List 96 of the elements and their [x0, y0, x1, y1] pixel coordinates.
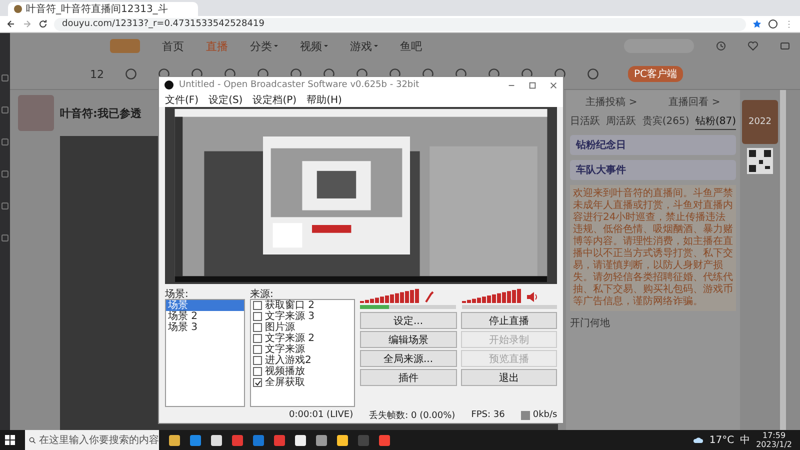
obs-button[interactable]: 退出 [460, 369, 557, 386]
obs-button[interactable]: 编辑场景 [360, 331, 456, 348]
source-label[interactable]: 图片源 [265, 322, 295, 333]
scene-item[interactable]: 场景 [166, 300, 244, 311]
ime-indicator[interactable]: 中 [740, 433, 750, 447]
ad-card[interactable]: 2022 [742, 100, 778, 144]
checkbox[interactable] [253, 367, 262, 376]
volume-meter-bars [462, 287, 522, 303]
obs-button[interactable]: 停止直播 [460, 312, 557, 329]
square-icon [0, 169, 10, 179]
cloud-icon [693, 435, 704, 445]
panel-link[interactable]: 直播回看 > [668, 95, 720, 109]
menu-item[interactable]: 设定(S) [208, 93, 243, 107]
search-icon [29, 436, 36, 444]
close-icon [549, 80, 558, 90]
square-icon [0, 105, 10, 115]
taskbar-app-icon[interactable] [337, 434, 348, 446]
nav-link[interactable]: 游戏 [350, 38, 378, 54]
source-label[interactable]: 文字来源 3 [265, 311, 315, 322]
checkbox[interactable] [253, 378, 262, 387]
caret-icon [374, 44, 378, 48]
taskbar-app-icon[interactable] [316, 434, 327, 446]
maximize-icon [528, 80, 537, 90]
stream-title: 叶音符:我已参透 [60, 106, 142, 120]
obs-logo-icon [164, 80, 174, 90]
panel-link[interactable]: 主播投稿 > [586, 95, 638, 109]
source-label[interactable]: 获取窗口 2 [265, 300, 315, 311]
taskbar-app-icon[interactable] [169, 434, 180, 446]
notice-text: 欢迎来到叶音符的直播间。斗鱼严禁未成年人直播或打赏，斗鱼对直播内容进行24小时巡查，禁止传播违法违规、低俗色情、吸烟酗酒、暴力赌博等内容。请理性消费，如主播在直播中以不正当方式诱导打赏、私下交易，请谨慎判断，以防人身财产损失。请勿轻信各类招聘征婚、代练代抽、私下交易、购买礼包码、游戏币等广告信息，谨防网络诈骗。 [570, 185, 736, 311]
circle-icon [587, 68, 599, 80]
source-label[interactable]: 进入游戏2 [265, 355, 312, 366]
sources-label: 来源: [250, 288, 274, 299]
checkbox[interactable] [253, 334, 262, 343]
rank-tab[interactable]: 贵宾(265) [642, 114, 690, 130]
obs-button[interactable]: 插件 [360, 369, 456, 386]
weather-text[interactable]: 17°C [709, 434, 734, 446]
taskbar-clock[interactable]: 17:59 2023/1/2 [756, 431, 792, 449]
photo-placeholder [18, 95, 54, 131]
checkbox[interactable] [253, 345, 262, 354]
circle-icon [125, 68, 137, 80]
rank-tab[interactable]: 周活跃 [606, 114, 636, 130]
profile-icon [768, 19, 778, 29]
rank-tab[interactable]: 日活跃 [570, 114, 600, 130]
caret-icon [324, 44, 328, 48]
event-card[interactable]: 钻粉纪念日 [570, 135, 736, 155]
fps-reading: FPS: 36 [471, 410, 505, 420]
caret-icon [274, 44, 278, 48]
status-square [520, 410, 530, 420]
source-label[interactable]: 文字来源 2 [265, 333, 315, 344]
browser-tab[interactable]: 叶音符_叶音符直播间12313_斗 [8, 2, 198, 16]
bitrate-reading: 0kb/s [532, 410, 558, 420]
nav-link[interactable]: 首页 [162, 38, 184, 54]
chat-icon [780, 41, 790, 51]
window-title: Untitled - Open Broadcaster Software v0.625b - 32bit [179, 80, 420, 90]
checkbox[interactable] [253, 356, 262, 365]
heart-icon [748, 41, 758, 51]
nav-link[interactable]: 分类 [250, 38, 278, 54]
source-label[interactable]: 视频播放 [265, 366, 305, 377]
scene-item[interactable]: 场景 2 [166, 311, 244, 322]
source-label[interactable]: 全屏获取 [265, 377, 305, 388]
square-icon [0, 233, 10, 243]
obs-button[interactable]: 全局来源... [360, 350, 456, 367]
nav-link[interactable]: 视频 [300, 38, 328, 54]
windows-start-icon[interactable] [5, 435, 15, 445]
volume-meter-bars [360, 287, 420, 303]
obs-button[interactable]: 设定... [360, 312, 456, 329]
checkbox[interactable] [253, 312, 262, 321]
scene-item[interactable]: 场景 3 [166, 322, 244, 333]
dropped-frames: 丢失帧数: 0 (0.00%) [369, 408, 456, 422]
taskbar-app-icon[interactable] [295, 434, 306, 446]
clock-icon [716, 41, 726, 51]
menu-item[interactable]: 帮助(H) [306, 93, 342, 107]
menu-item[interactable]: 设定档(P) [252, 93, 297, 107]
speaker-icon[interactable] [526, 291, 538, 303]
back-icon [6, 19, 16, 29]
square-icon [0, 201, 10, 211]
star-icon [752, 19, 762, 29]
rank-tab[interactable]: 钻粉(87) [695, 114, 736, 130]
menu-item[interactable]: 文件(F) [165, 93, 199, 107]
reload-icon [38, 19, 48, 29]
square-icon [0, 137, 10, 147]
points-count: 12 [90, 68, 104, 80]
stream-time: 0:00:01 (LIVE) [289, 410, 354, 420]
taskbar-app-icon[interactable] [211, 434, 222, 446]
chat-message: 开门何地 [570, 316, 611, 330]
address-bar[interactable]: douyu.com/12313?_r=0.4731533542528419 [54, 18, 746, 30]
scenes-label: 场景: [165, 288, 190, 299]
event-card[interactable]: 车队大事件 [570, 160, 736, 180]
qr-code-icon [747, 148, 773, 174]
checkbox[interactable] [253, 323, 262, 332]
pc-client-button[interactable]: PC客户端 [628, 66, 684, 82]
source-label[interactable]: 文字来源 [265, 344, 305, 355]
forward-icon [22, 19, 32, 29]
nav-link[interactable]: 鱼吧 [400, 38, 422, 54]
checkbox[interactable] [253, 301, 262, 310]
taskbar-search-field[interactable]: 在这里输入你要搜索的内容 [25, 430, 159, 450]
